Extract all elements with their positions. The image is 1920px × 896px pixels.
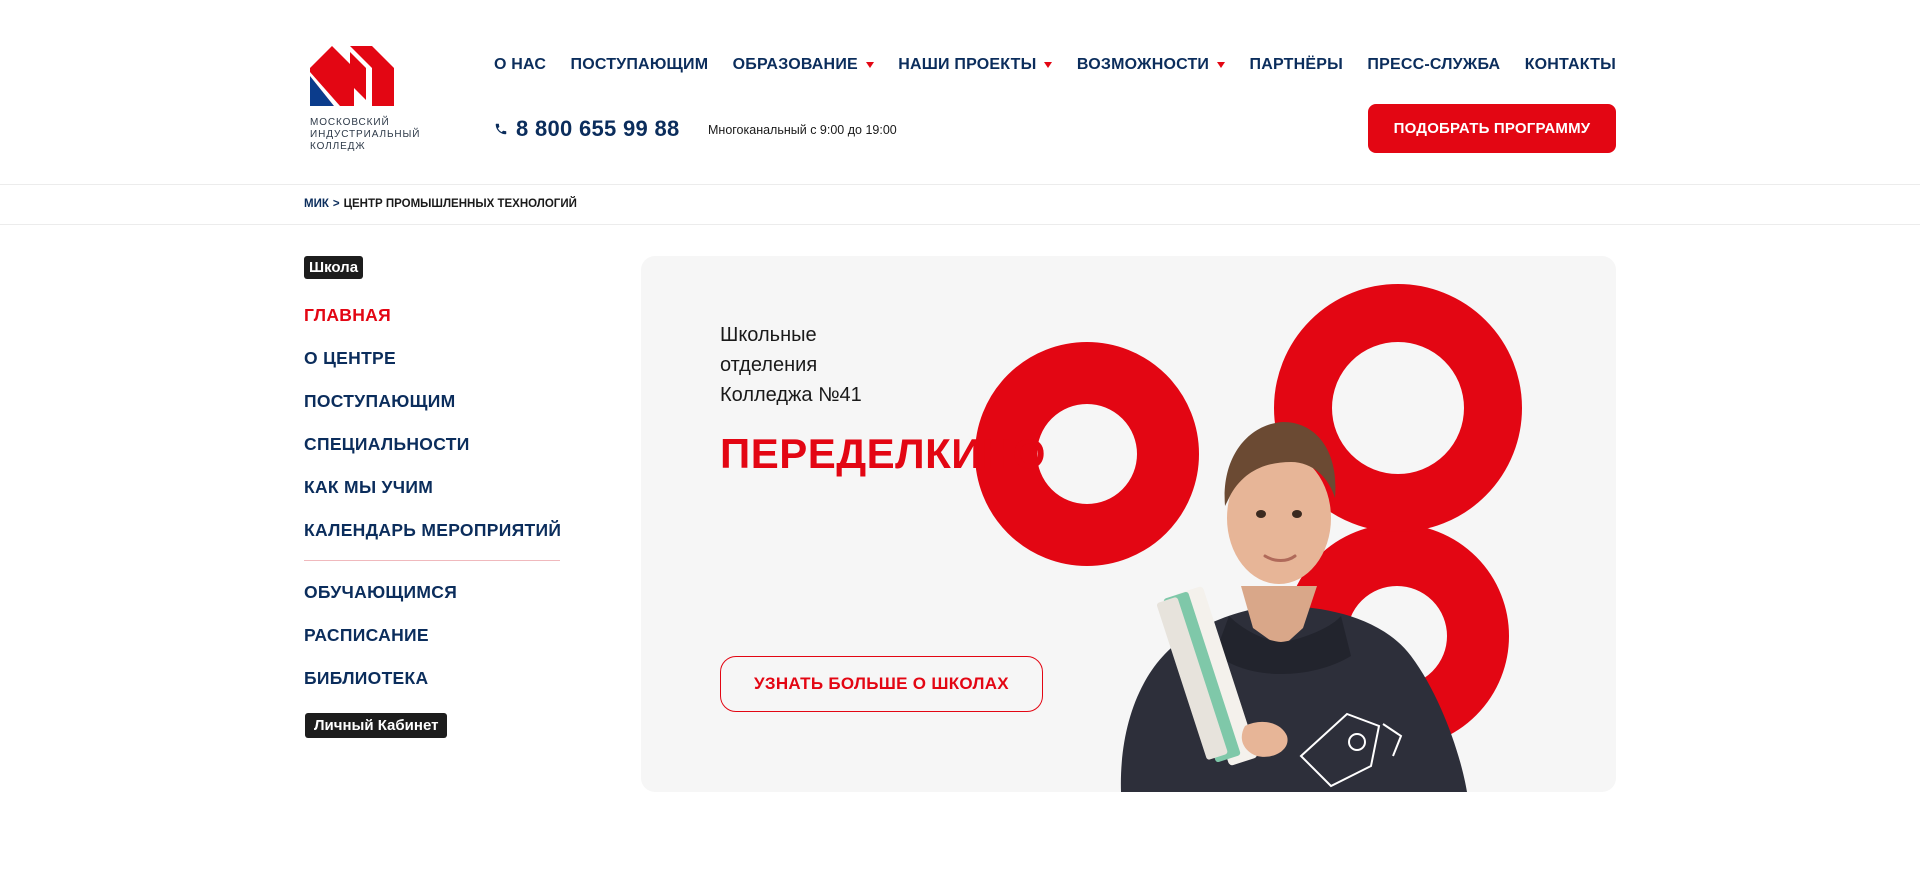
breadcrumb-current: ЦЕНТР ПРОМЫШЛЕННЫХ ТЕХНОЛОГИЙ (343, 198, 577, 210)
nav-item-label: ПРЕСС-СЛУЖБА (1367, 56, 1501, 73)
breadcrumb-bar: МИК > ЦЕНТР ПРОМЫШЛЕННЫХ ТЕХНОЛОГИЙ (0, 184, 1920, 225)
logo-line: МОСКОВСКИЙ (310, 117, 390, 128)
sidebar-item-applicants[interactable]: ПОСТУПАЮЩИМ (304, 391, 456, 412)
nav-item-about[interactable]: О НАС (494, 56, 546, 74)
nav-item-label: ОБРАЗОВАНИЕ (732, 56, 858, 73)
logo-text: МОСКОВСКИЙ ИНДУСТРИАЛЬНЫЙ КОЛЛЕДЖ (310, 117, 440, 153)
sidebar-item-events-calendar[interactable]: КАЛЕНДАРЬ МЕРОПРИЯТИЙ (304, 520, 561, 541)
caret-down-icon (1044, 62, 1053, 68)
sidebar-badge-school: Школа (304, 256, 364, 279)
nav-item-opportunities[interactable]: ВОЗМОЖНОСТИ (1076, 56, 1226, 74)
hero-subtitle-line: Школьные (720, 324, 817, 346)
sidebar-divider (304, 560, 560, 561)
nav-item-press[interactable]: ПРЕСС-СЛУЖБА (1367, 56, 1500, 74)
breadcrumb-separator: > (332, 198, 340, 210)
nav-item-label: НАШИ ПРОЕКТЫ (898, 56, 1037, 73)
nav-item-label: КОНТАКТЫ (1524, 56, 1616, 73)
sidebar-item-students[interactable]: ОБУЧАЮЩИМСЯ (304, 582, 457, 603)
phone-icon (495, 123, 507, 135)
nav-item-label: ПОСТУПАЮЩИМ (570, 56, 709, 73)
nav-item-projects[interactable]: НАШИ ПРОЕКТЫ (898, 56, 1053, 74)
caret-down-icon (865, 62, 874, 68)
logo-mark-icon (310, 46, 394, 106)
nav-item-applicants[interactable]: ПОСТУПАЮЩИМ (571, 56, 709, 74)
caret-down-icon (1217, 62, 1226, 68)
nav-item-contacts[interactable]: КОНТАКТЫ (1525, 56, 1616, 74)
hero-subtitle-line: отделения (720, 354, 818, 376)
working-hours: Многоканальный с 9:00 до 19:00 (708, 123, 897, 137)
sidebar-item-library[interactable]: БИБЛИОТЕКА (304, 668, 428, 689)
hero-subtitle-line: Колледжа №41 (720, 384, 862, 406)
sidebar-item-how-we-teach[interactable]: КАК МЫ УЧИМ (304, 477, 433, 498)
hero-title: ПЕРЕДЕЛКИНО (720, 430, 1046, 477)
page: МОСКОВСКИЙ ИНДУСТРИАЛЬНЫЙ КОЛЛЕДЖ О НАС … (0, 0, 1920, 896)
phone-number: 8 800 655 99 88 (516, 116, 680, 141)
sidebar-item-home[interactable]: ГЛАВНАЯ (304, 305, 391, 326)
nav-item-label: О НАС (494, 56, 547, 73)
sidebar-item-schedule[interactable]: РАСПИСАНИЕ (304, 625, 429, 646)
college-logo[interactable]: МОСКОВСКИЙ ИНДУСТРИАЛЬНЫЙ КОЛЛЕДЖ (310, 46, 430, 156)
choose-program-button[interactable]: ПОДОБРАТЬ ПРОГРАММУ (1368, 104, 1616, 153)
personal-account-button[interactable]: Личный Кабинет (305, 713, 448, 738)
nav-item-partners[interactable]: ПАРТНЁРЫ (1250, 56, 1343, 74)
nav-item-label: ВОЗМОЖНОСТИ (1076, 56, 1210, 73)
sidebar-item-specialties[interactable]: СПЕЦИАЛЬНОСТИ (304, 434, 470, 455)
logo-line: КОЛЛЕДЖ (310, 141, 366, 152)
logo-line: ИНДУСТРИАЛЬНЫЙ (310, 129, 421, 140)
breadcrumb: МИК > ЦЕНТР ПРОМЫШЛЕННЫХ ТЕХНОЛОГИЙ (304, 198, 577, 210)
main-nav: О НАС ПОСТУПАЮЩИМ ОБРАЗОВАНИЕ НАШИ ПРОЕК… (494, 53, 1616, 77)
nav-item-label: ПАРТНЁРЫ (1249, 56, 1343, 73)
sidebar-item-about-center[interactable]: О ЦЕНТРЕ (304, 348, 396, 369)
hero-subtitle: Школьные отделения Колледжа №41 (720, 320, 862, 410)
hero-banner: Школьные отделения Колледжа №41 ПЕРЕДЕЛК… (641, 256, 1616, 792)
learn-more-schools-button[interactable]: УЗНАТЬ БОЛЬШЕ О ШКОЛАХ (720, 656, 1043, 712)
breadcrumb-home-link[interactable]: МИК (304, 198, 329, 210)
nav-item-education[interactable]: ОБРАЗОВАНИЕ (733, 56, 874, 74)
phone-link[interactable]: 8 800 655 99 88 (494, 116, 680, 142)
